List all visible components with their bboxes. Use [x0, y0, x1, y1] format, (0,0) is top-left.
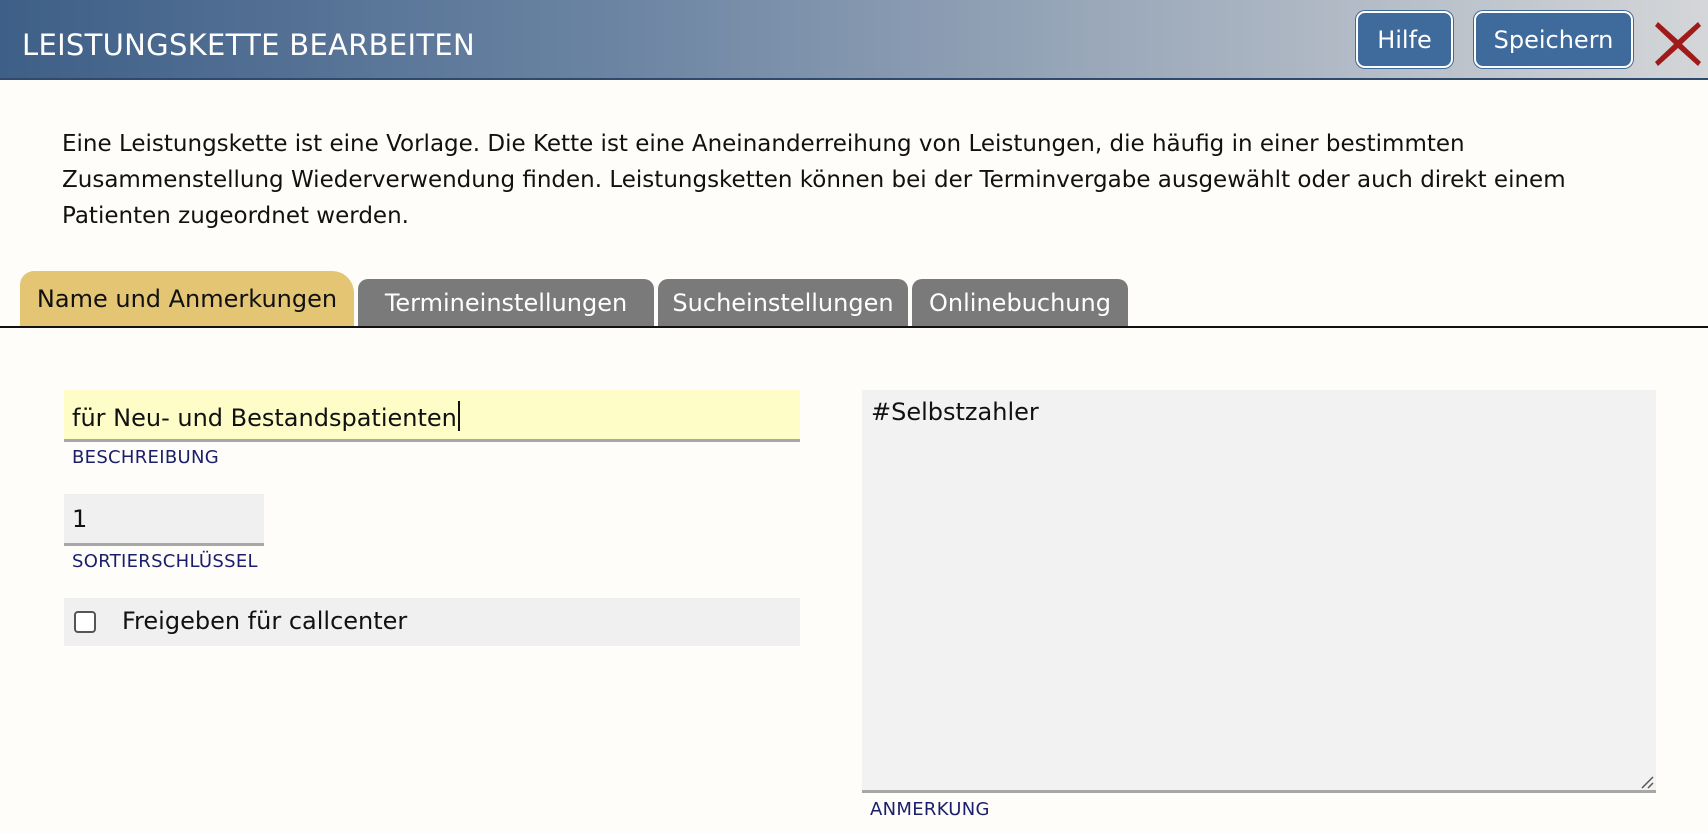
tab-termineinstellungen[interactable]: Termineinstellungen: [358, 279, 654, 327]
tab-name-und-anmerkungen[interactable]: Name und Anmerkungen: [20, 271, 354, 327]
beschreibung-input[interactable]: für Neu- und Bestandspatienten: [64, 390, 800, 442]
beschreibung-label: BESCHREIBUNG: [72, 447, 219, 468]
tab-sucheinstellungen[interactable]: Sucheinstellungen: [658, 279, 908, 327]
callcenter-checkbox-label: Freigeben für callcenter: [122, 607, 408, 635]
beschreibung-value: für Neu- und Bestandspatienten: [72, 401, 460, 432]
sortierschluessel-label: SORTIERSCHLÜSSEL: [72, 551, 258, 572]
text-cursor: [457, 401, 460, 431]
title-bar: LEISTUNGSKETTE BEARBEITEN Hilfe Speicher…: [0, 0, 1708, 80]
anmerkung-textarea[interactable]: #Selbstzahler: [862, 390, 1656, 793]
save-button[interactable]: Speichern: [1474, 11, 1633, 68]
resize-handle-icon[interactable]: [1640, 774, 1654, 789]
intro-description: Eine Leistungskette ist eine Vorlage. Di…: [62, 131, 1566, 229]
dialog-title: LEISTUNGSKETTE BEARBEITEN: [22, 28, 475, 62]
callcenter-checkbox-row[interactable]: Freigeben für callcenter: [64, 598, 800, 646]
sortierschluessel-value: 1: [72, 505, 88, 533]
callcenter-checkbox[interactable]: [74, 611, 96, 633]
tab-onlinebuchung[interactable]: Onlinebuchung: [912, 279, 1128, 327]
close-icon[interactable]: [1652, 18, 1704, 70]
tab-divider: [0, 326, 1708, 328]
anmerkung-label: ANMERKUNG: [870, 799, 990, 820]
sortierschluessel-input[interactable]: 1: [64, 494, 264, 546]
tab-bar: Name und Anmerkungen Termineinstellungen…: [20, 270, 1708, 327]
help-button[interactable]: Hilfe: [1356, 11, 1453, 68]
anmerkung-value: #Selbstzahler: [871, 398, 1039, 426]
